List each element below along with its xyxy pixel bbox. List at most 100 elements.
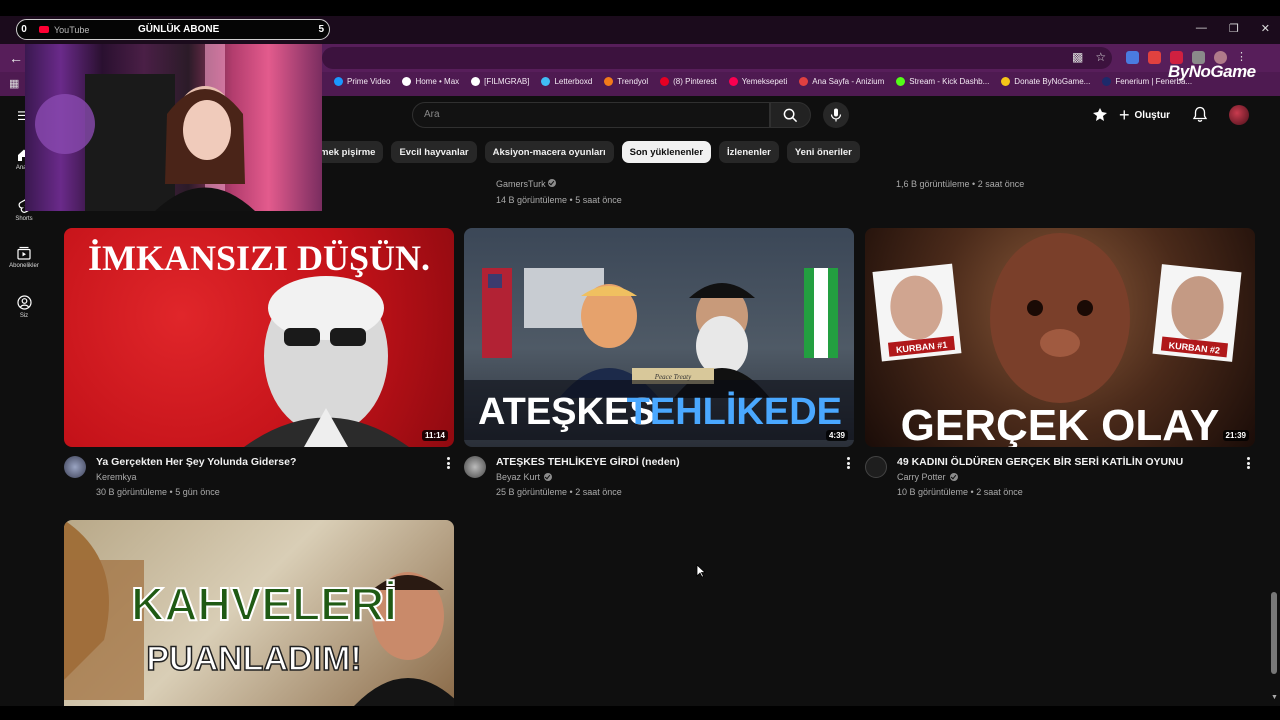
bookmark-item[interactable]: Donate ByNoGame... xyxy=(1001,77,1090,86)
channel-name[interactable]: GamersTurk xyxy=(496,179,622,189)
bookmark-item[interactable]: (8) Pinterest xyxy=(660,77,717,86)
account-avatar[interactable] xyxy=(1229,105,1249,125)
goal-left-count: 0 xyxy=(21,24,27,35)
bookmark-item[interactable]: Trendyol xyxy=(604,77,648,86)
video-thumbnail[interactable]: İMKANSIZI DÜŞÜN. 11:14 xyxy=(64,228,454,447)
thumbnail-art: KURBAN #1 KURBAN #2 GERÇEK OLAY xyxy=(872,233,1242,447)
back-arrow-icon[interactable]: ← xyxy=(9,50,23,66)
sidebar-item-subscriptions[interactable]: Abonelikler xyxy=(0,246,48,269)
goal-right-count: 5 xyxy=(318,24,324,35)
channel-avatar[interactable] xyxy=(64,456,86,478)
cast-ai-icon[interactable] xyxy=(1092,107,1108,123)
video-title[interactable]: ATEŞKES TEHLİKEYE GİRDİ (neden) xyxy=(496,456,680,468)
chip-cooking[interactable]: mek pişirme xyxy=(316,141,384,163)
channel-avatar[interactable] xyxy=(865,456,887,478)
chip-action-adventure-games[interactable]: Aksiyon-macera oyunları xyxy=(484,141,614,163)
streamer-camera-feed xyxy=(35,44,255,211)
video-title[interactable]: 49 KADINI ÖLDÜREN GERÇEK BİR SERİ KATİLİ… xyxy=(897,456,1183,468)
voice-search-button[interactable] xyxy=(823,102,849,128)
apps-grid-icon[interactable]: ▦ xyxy=(9,77,19,90)
bookmark-label: Donate ByNoGame... xyxy=(1014,77,1091,86)
bookmark-favicon-icon xyxy=(334,77,343,86)
subscriber-goal-label: GÜNLÜK ABONE xyxy=(138,24,220,35)
sidebar-item-you[interactable]: Siz xyxy=(0,295,48,319)
bookmark-favicon-icon xyxy=(799,77,809,86)
subscriptions-icon xyxy=(17,246,31,260)
bookmark-item[interactable]: Stream - Kick Dashb... xyxy=(896,77,989,86)
thumbnail-headline-2: PUANLADIM! xyxy=(146,640,361,678)
search-input[interactable] xyxy=(412,102,770,128)
address-actions: ▩ ☆ xyxy=(1072,50,1106,64)
bookmark-label: Home • Max xyxy=(415,77,460,86)
bookmark-label: Stream - Kick Dashb... xyxy=(909,77,990,86)
channel-name[interactable]: Keremkya xyxy=(96,472,137,482)
channel-avatar[interactable] xyxy=(464,456,486,478)
close-icon[interactable]: ✕ xyxy=(1261,22,1270,35)
stream-overlay-bar xyxy=(0,0,1280,16)
filter-chips: mek pişirme Evcil hayvanlar Aksiyon-mace… xyxy=(316,141,860,163)
thumbnail-headline: GERÇEK OLAY xyxy=(901,401,1220,447)
sidebar-item-label: Siz xyxy=(19,313,29,319)
more-actions-icon[interactable] xyxy=(1243,455,1253,471)
video-stats: 25 B görüntüleme • 2 saat önce xyxy=(496,487,622,497)
scrollbar-thumb[interactable] xyxy=(1271,592,1277,674)
extension-icon[interactable] xyxy=(1148,51,1161,64)
channel-name[interactable]: Carry Potter xyxy=(897,472,958,482)
create-label: Oluştur xyxy=(1134,109,1171,121)
chip-new-to-you[interactable]: Yeni öneriler xyxy=(786,141,860,163)
maximize-icon[interactable]: ❐ xyxy=(1229,22,1239,35)
bookmark-label: Trendyol xyxy=(617,77,649,86)
bookmark-label: Ana Sayfa - Anizium xyxy=(812,77,885,86)
scroll-down-icon[interactable]: ▼ xyxy=(1271,694,1278,701)
chip-pets[interactable]: Evcil hayvanlar xyxy=(391,141,477,163)
bookmark-label: [FILMGRAB] xyxy=(484,77,530,86)
video-thumbnail[interactable]: KAHVELERİ PUANLADIM! xyxy=(64,520,454,706)
bookmark-item[interactable]: Prime Video xyxy=(334,77,390,86)
bookmark-favicon-icon xyxy=(604,77,614,86)
bookmark-star-icon[interactable]: ☆ xyxy=(1095,50,1106,64)
video-thumbnail[interactable]: Peace Treaty ATEŞKES TEHLİKEDE 4:39 xyxy=(464,228,854,447)
chip-recently-uploaded[interactable]: Son yüklenenler xyxy=(621,141,712,163)
bookmark-favicon-icon xyxy=(660,77,670,86)
webcam-overlay xyxy=(25,44,322,211)
bynogame-logo: ByNoGame xyxy=(1168,62,1256,81)
minimize-icon[interactable]: — xyxy=(1196,22,1207,35)
search-icon xyxy=(783,108,798,122)
video-thumbnail[interactable]: KURBAN #1 KURBAN #2 GERÇEK OLAY 21:39 xyxy=(865,228,1255,447)
channel-name[interactable]: Beyaz Kurt xyxy=(496,472,553,482)
bottom-bar xyxy=(0,706,1280,720)
more-actions-icon[interactable] xyxy=(843,455,853,471)
tab-title: YouTube xyxy=(54,24,90,35)
browser-tab[interactable]: 0 YouTube GÜNLÜK ABONE 5 xyxy=(16,19,330,40)
bookmark-item[interactable]: Home • Max xyxy=(402,77,459,86)
create-button[interactable]: + Oluştur xyxy=(1119,104,1170,126)
bookmark-favicon-icon xyxy=(1102,77,1112,86)
bookmark-item[interactable]: Yemeksepeti xyxy=(728,77,787,86)
bookmark-favicon-icon xyxy=(728,77,738,86)
thumbnail-art: KAHVELERİ PUANLADIM! xyxy=(64,520,454,706)
bookmark-favicon-icon xyxy=(471,77,481,86)
bookmark-item[interactable]: Letterboxd xyxy=(541,77,592,86)
bookmark-item[interactable]: Ana Sayfa - Anizium xyxy=(799,77,884,86)
notifications-bell-icon[interactable] xyxy=(1192,106,1208,123)
search-button[interactable] xyxy=(770,102,811,128)
translate-extension-icon[interactable] xyxy=(1126,51,1139,64)
thumbnail-headline: KAHVELERİ xyxy=(131,578,397,630)
sidebar: Ana S Shorts Abonelikler Siz xyxy=(0,134,48,714)
url-field[interactable] xyxy=(322,47,1112,69)
thumbnail-small-text: Peace Treaty xyxy=(654,373,692,381)
thumbnail-headline: İMKANSIZI DÜŞÜN. xyxy=(88,238,430,278)
chip-watched[interactable]: İzlenenler xyxy=(719,141,779,163)
more-actions-icon[interactable] xyxy=(443,455,453,471)
bookmark-item[interactable]: [FILMGRAB] xyxy=(471,77,529,86)
install-app-icon[interactable]: ▩ xyxy=(1072,50,1083,64)
plus-icon: + xyxy=(1119,105,1130,125)
bookmark-favicon-icon xyxy=(402,77,412,86)
thumbnail-art: İMKANSIZI DÜŞÜN. xyxy=(88,238,430,447)
previous-video-meta: GamersTurk 14 B görüntüleme • 5 saat önc… xyxy=(496,179,622,205)
bookmark-label: Prime Video xyxy=(347,77,391,86)
video-title[interactable]: Ya Gerçekten Her Şey Yolunda Giderse? xyxy=(96,456,296,468)
bookmark-favicon-icon xyxy=(896,77,906,86)
user-icon xyxy=(16,295,32,310)
video-duration: 11:14 xyxy=(421,430,448,441)
